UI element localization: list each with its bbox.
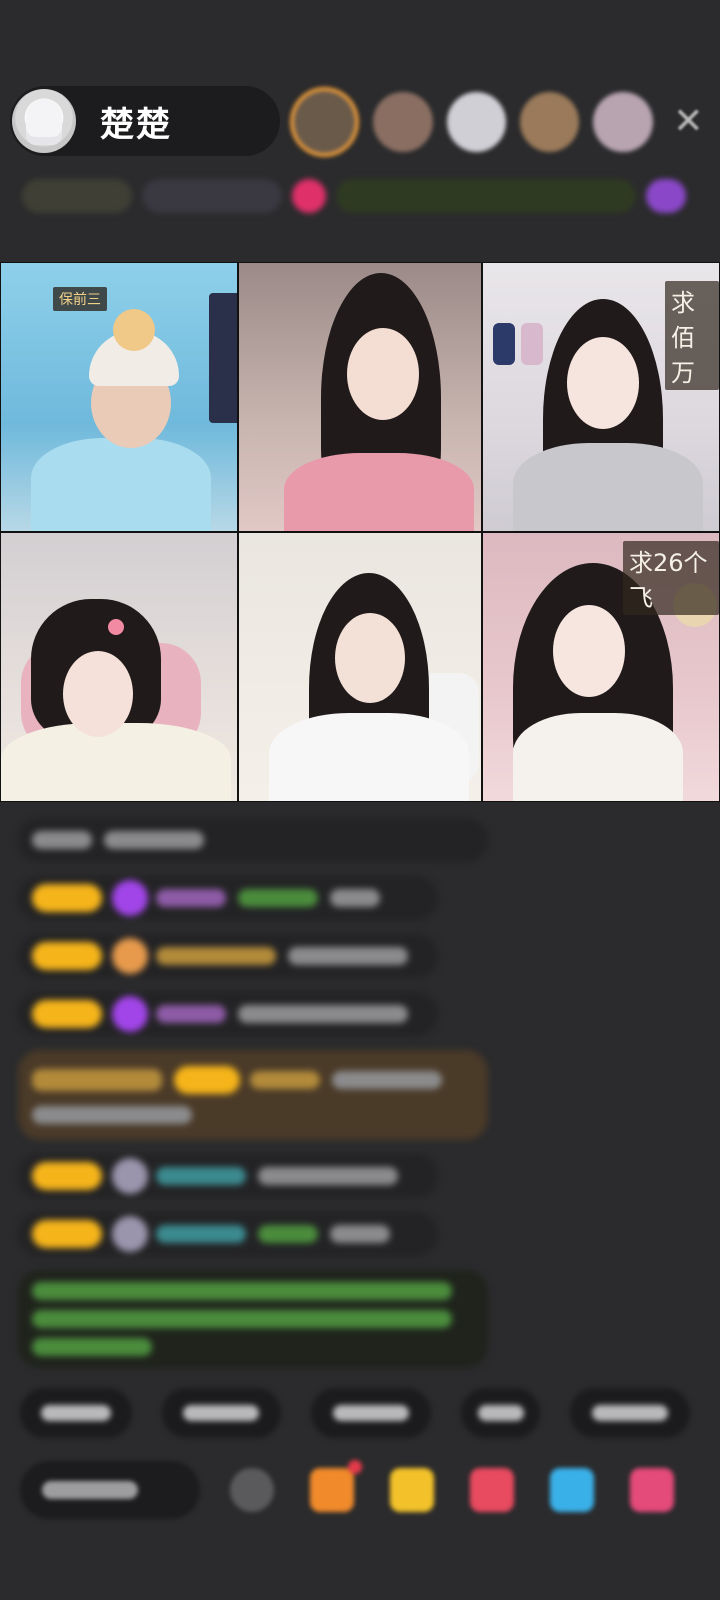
fan-icon <box>112 938 148 974</box>
viewer-avatar-5[interactable] <box>593 92 653 152</box>
live-room: 楚楚 ✕ 保前三 求佰万 求26个飞 <box>0 0 720 1600</box>
guest-body <box>1 723 231 801</box>
video-tile-2[interactable] <box>238 262 482 532</box>
fan-icon <box>112 880 148 916</box>
level-badge <box>32 1162 102 1190</box>
level-badge <box>32 1000 102 1028</box>
level-badge <box>32 884 102 912</box>
quick-chip-3[interactable] <box>311 1388 431 1438</box>
chat-message <box>18 1212 438 1256</box>
video-tile-4[interactable] <box>0 532 238 802</box>
guest-body <box>513 713 683 801</box>
host-name: 楚楚 <box>100 104 172 145</box>
msg-text <box>238 889 318 907</box>
guest-body <box>269 713 469 801</box>
quick-chip-2[interactable] <box>161 1388 282 1438</box>
quick-action-bar <box>20 1388 720 1438</box>
chat-list[interactable] <box>18 818 488 1382</box>
username <box>156 947 276 965</box>
viewer-avatar-3[interactable] <box>446 92 506 152</box>
emoji-icon[interactable] <box>230 1468 274 1512</box>
chat-message-highlight <box>18 1050 488 1140</box>
gift-box-icon[interactable] <box>310 1460 362 1512</box>
host-info-pill[interactable]: 楚楚 <box>10 86 280 156</box>
viewer-avatar-1[interactable] <box>290 87 360 157</box>
gift-icon[interactable] <box>390 1468 434 1512</box>
quick-chip-5[interactable] <box>570 1388 690 1438</box>
gift-icon[interactable] <box>550 1468 594 1512</box>
bottom-toolbar <box>20 1458 720 1522</box>
announcement-chip[interactable] <box>336 179 636 213</box>
msg-text <box>330 1225 390 1243</box>
guest-body <box>513 443 703 531</box>
level-badge <box>32 942 102 970</box>
tile-label: 求26个飞 <box>623 541 719 615</box>
fan-icon <box>112 1216 148 1252</box>
shelf-figure <box>521 323 543 365</box>
chat-message <box>18 992 438 1036</box>
host-avatar[interactable] <box>12 89 76 153</box>
gift-icon[interactable] <box>470 1468 514 1512</box>
hair-clip <box>108 619 124 635</box>
level-badge <box>32 1220 102 1248</box>
system-notice <box>18 1270 488 1368</box>
chat-message <box>18 818 488 862</box>
username <box>156 1167 246 1185</box>
guest-face <box>567 337 639 429</box>
msg-text <box>238 1005 408 1023</box>
chat-message <box>18 934 438 978</box>
guest-body <box>31 438 211 531</box>
rank-chip[interactable] <box>22 179 132 213</box>
msg-text <box>258 1167 398 1185</box>
gift-icon[interactable] <box>630 1468 674 1512</box>
bear-sticker <box>113 309 155 351</box>
msg-text <box>104 831 204 849</box>
comment-input[interactable] <box>20 1461 200 1519</box>
room-info-bar <box>22 172 702 220</box>
tile-label: 保前三 <box>53 287 107 311</box>
video-tile-3[interactable]: 求佰万 <box>482 262 720 532</box>
video-tile-6[interactable]: 求26个飞 <box>482 532 720 802</box>
username <box>156 1005 226 1023</box>
msg-text <box>288 947 408 965</box>
notice-line <box>32 1282 452 1300</box>
level-badge <box>174 1066 240 1094</box>
msg-text <box>32 1106 192 1124</box>
msg-text <box>32 831 92 849</box>
guest-body <box>284 453 474 531</box>
tile-label: 求佰万 <box>665 281 719 390</box>
fans-chip[interactable] <box>142 179 282 213</box>
co-host-video-grid: 保前三 求佰万 求26个飞 <box>0 262 720 802</box>
username <box>156 889 226 907</box>
guest-face <box>335 613 405 703</box>
chat-message <box>18 876 438 920</box>
fan-icon <box>112 996 148 1032</box>
username <box>250 1071 320 1089</box>
video-tile-1[interactable]: 保前三 <box>0 262 238 532</box>
notice-line <box>32 1310 452 1328</box>
msg-text <box>332 1071 442 1089</box>
guest-face <box>347 328 419 420</box>
viewer-avatar-2[interactable] <box>373 92 433 152</box>
username <box>156 1225 246 1243</box>
top-viewers-strip: ✕ <box>290 84 710 160</box>
guest-face <box>63 651 133 737</box>
quick-chip-1[interactable] <box>20 1388 132 1438</box>
video-tile-5[interactable] <box>238 532 482 802</box>
activity-icon[interactable] <box>646 179 686 213</box>
guest-face <box>553 605 625 697</box>
fan-icon <box>112 1158 148 1194</box>
badge-row <box>32 1069 162 1091</box>
notice-line <box>32 1338 152 1356</box>
viewer-avatar-4[interactable] <box>519 92 580 152</box>
chat-message <box>18 1154 438 1198</box>
shelf-figure <box>493 323 515 365</box>
quick-chip-4[interactable] <box>460 1388 541 1438</box>
hot-icon[interactable] <box>292 179 326 213</box>
close-icon[interactable]: ✕ <box>667 100 710 144</box>
wall-poster <box>209 293 237 423</box>
msg-text <box>258 1225 318 1243</box>
msg-text <box>330 889 380 907</box>
